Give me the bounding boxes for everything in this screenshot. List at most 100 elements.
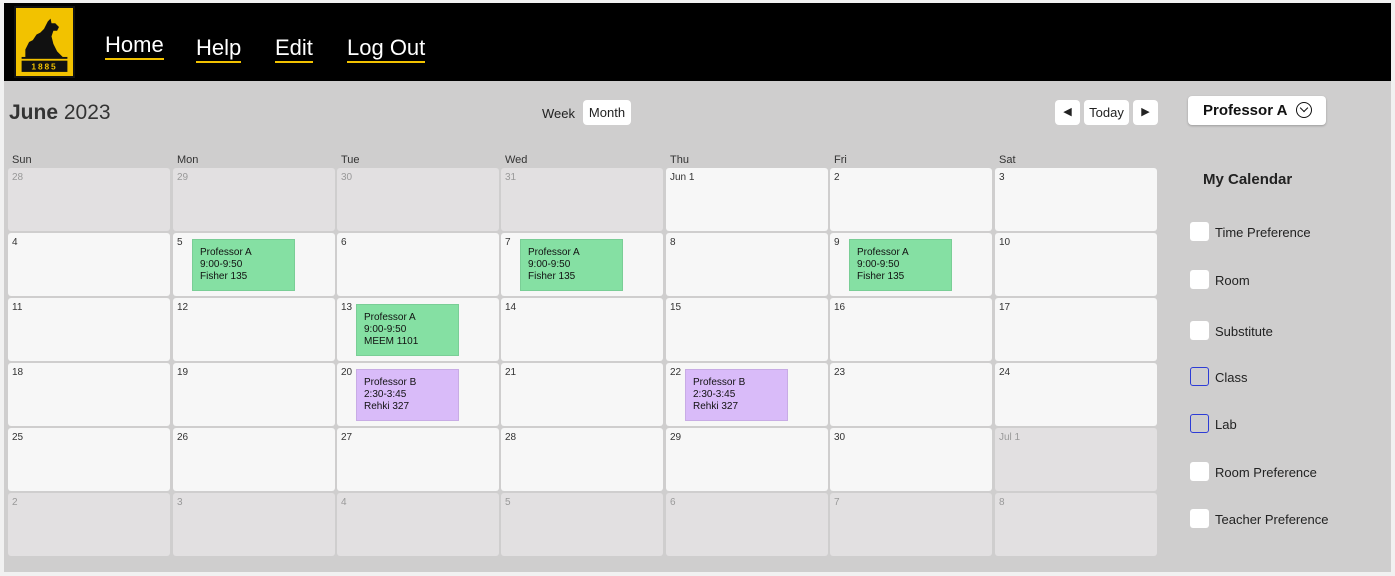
day-number: 4	[341, 497, 347, 508]
day-cell[interactable]: 29	[173, 168, 335, 231]
filter-label: Time Preference	[1215, 225, 1311, 240]
day-cell[interactable]: 17	[995, 298, 1157, 361]
day-number: 15	[670, 302, 682, 313]
day-cell[interactable]: 6	[337, 233, 499, 296]
day-cell[interactable]: 21	[501, 363, 663, 426]
filter-option[interactable]: Lab	[1190, 414, 1380, 434]
event-room: Fisher 135	[528, 271, 576, 282]
day-cell[interactable]: 29	[666, 428, 828, 491]
day-number: 3	[999, 172, 1005, 183]
calendar-event[interactable]: Professor A 9:00-9:50 Fisher 135	[192, 239, 295, 291]
filter-checkbox[interactable]	[1190, 509, 1209, 528]
filter-option[interactable]: Teacher Preference	[1190, 509, 1380, 529]
event-room: MEEM 1101	[364, 336, 419, 347]
day-cell[interactable]: 25	[8, 428, 170, 491]
day-number: 4	[12, 237, 18, 248]
nav-home-link[interactable]: Home	[105, 33, 164, 60]
day-number: 2	[834, 172, 840, 183]
day-number: 22	[670, 367, 682, 378]
month-name: June	[9, 101, 59, 124]
day-number: 9	[834, 237, 840, 248]
month-view-button[interactable]: Month	[583, 100, 631, 125]
day-cell[interactable]: 11	[8, 298, 170, 361]
calendar-event[interactable]: Professor B 2:30-3:45 Rehki 327	[685, 369, 788, 421]
filter-label: Teacher Preference	[1215, 512, 1329, 527]
weekday-header: Fri	[834, 154, 847, 166]
today-button[interactable]: Today	[1084, 100, 1129, 125]
day-cell[interactable]: 3	[173, 493, 335, 556]
day-number: 6	[341, 237, 347, 248]
day-cell[interactable]: 14	[501, 298, 663, 361]
day-number: 31	[505, 172, 517, 183]
calendar-event[interactable]: Professor B 2:30-3:45 Rehki 327	[356, 369, 459, 421]
day-number: 18	[12, 367, 24, 378]
event-room: Fisher 135	[200, 271, 248, 282]
day-cell[interactable]: 31	[501, 168, 663, 231]
filter-checkbox[interactable]	[1190, 270, 1209, 289]
weekday-header: Thu	[670, 154, 689, 166]
year: 2023	[63, 101, 111, 124]
day-cell[interactable]: 16	[830, 298, 992, 361]
nav-help-link[interactable]: Help	[196, 36, 242, 63]
day-cell[interactable]: 15	[666, 298, 828, 361]
day-cell[interactable]: 3	[995, 168, 1157, 231]
day-cell[interactable]: 5	[501, 493, 663, 556]
day-cell[interactable]: 8	[995, 493, 1157, 556]
filter-option[interactable]: Room	[1190, 270, 1380, 290]
day-number: 3	[177, 497, 183, 508]
professor-select[interactable]: Professor A	[1188, 96, 1326, 125]
day-cell[interactable]: 6	[666, 493, 828, 556]
day-cell[interactable]: 2	[830, 168, 992, 231]
day-cell[interactable]: 23	[830, 363, 992, 426]
day-cell[interactable]: 28	[501, 428, 663, 491]
day-cell[interactable]: 8	[666, 233, 828, 296]
day-cell[interactable]: Jul 1	[995, 428, 1157, 491]
day-number: 16	[834, 302, 846, 313]
day-cell[interactable]: 4	[8, 233, 170, 296]
university-logo[interactable]: 1885	[14, 6, 75, 78]
day-number: 14	[505, 302, 517, 313]
filter-checkbox[interactable]	[1190, 414, 1209, 433]
day-cell[interactable]: 26	[173, 428, 335, 491]
filter-checkbox[interactable]	[1190, 367, 1209, 386]
day-cell[interactable]: 18	[8, 363, 170, 426]
filter-option[interactable]: Time Preference	[1190, 222, 1380, 242]
day-cell[interactable]: 10	[995, 233, 1157, 296]
day-number: 2	[12, 497, 18, 508]
nav-logout-link[interactable]: Log Out	[347, 36, 426, 63]
filter-checkbox[interactable]	[1190, 462, 1209, 481]
day-cell[interactable]: 27	[337, 428, 499, 491]
event-professor: Professor A	[528, 247, 580, 258]
event-professor: Professor A	[200, 247, 252, 258]
next-month-button[interactable]: ▶	[1133, 100, 1158, 125]
day-cell[interactable]: 19	[173, 363, 335, 426]
day-number: 7	[505, 237, 511, 248]
filter-option[interactable]: Substitute	[1190, 321, 1380, 341]
day-cell[interactable]: 2	[8, 493, 170, 556]
day-cell[interactable]: 7	[830, 493, 992, 556]
calendar-event[interactable]: Professor A 9:00-9:50 MEEM 1101	[356, 304, 459, 356]
filter-checkbox[interactable]	[1190, 321, 1209, 340]
filter-option[interactable]: Class	[1190, 367, 1380, 387]
day-cell[interactable]: 28	[8, 168, 170, 231]
filter-label: Substitute	[1215, 324, 1273, 339]
day-cell[interactable]: 30	[337, 168, 499, 231]
day-cell[interactable]: 24	[995, 363, 1157, 426]
filter-label: Class	[1215, 370, 1248, 385]
day-cell[interactable]: 12	[173, 298, 335, 361]
event-time: 9:00-9:50	[364, 324, 407, 335]
event-professor: Professor A	[857, 247, 909, 258]
day-cell[interactable]: 4	[337, 493, 499, 556]
prev-month-button[interactable]: ◀	[1055, 100, 1080, 125]
calendar-event[interactable]: Professor A 9:00-9:50 Fisher 135	[520, 239, 623, 291]
day-number: 29	[177, 172, 189, 183]
filter-checkbox[interactable]	[1190, 222, 1209, 241]
day-number: 29	[670, 432, 682, 443]
filter-option[interactable]: Room Preference	[1190, 462, 1380, 482]
calendar-event[interactable]: Professor A 9:00-9:50 Fisher 135	[849, 239, 952, 291]
logo-text: 1885	[31, 62, 57, 72]
day-cell[interactable]: 30	[830, 428, 992, 491]
week-view-button[interactable]: Week	[542, 106, 575, 121]
nav-edit-link[interactable]: Edit	[275, 36, 313, 63]
day-cell[interactable]: Jun 1	[666, 168, 828, 231]
